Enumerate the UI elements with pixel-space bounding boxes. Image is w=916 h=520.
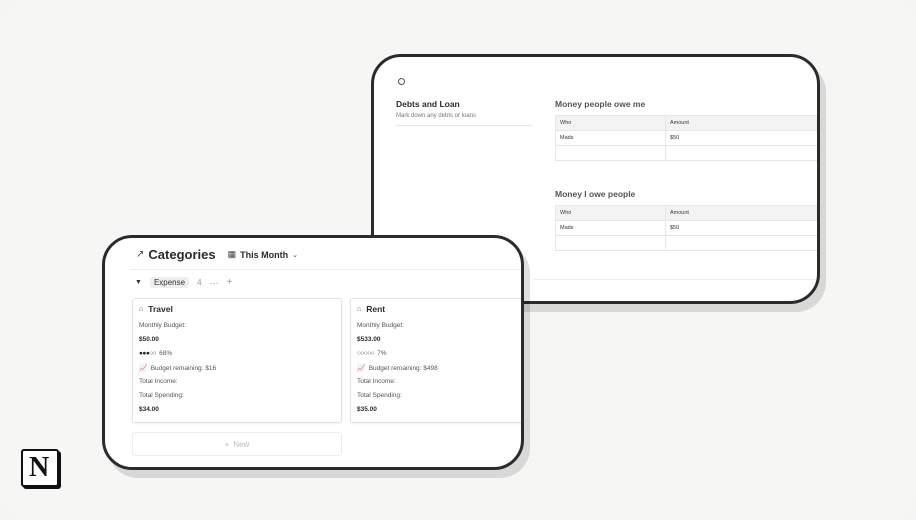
divider — [534, 279, 817, 280]
spending-label: Total Spending: — [357, 392, 402, 399]
wallet-icon: ⌂ — [139, 305, 144, 313]
page-icon — [398, 78, 405, 85]
table-header-row: Who Amount — [555, 205, 817, 220]
category-card-rent[interactable]: ⌂ Rent Monthly Budget: $533.00 ○○○○○ 7% … — [350, 298, 521, 423]
budget-remaining: 📈 Budget remaining: $498 — [357, 364, 438, 373]
budget-value: $533.00 — [357, 336, 381, 343]
card-title: Rent — [366, 304, 386, 314]
remaining-text: Budget remaining: $16 — [150, 364, 217, 372]
cell-amount[interactable] — [665, 146, 817, 160]
group-header: ▼ Expense 4 ··· + — [135, 277, 232, 288]
new-label: New — [233, 439, 250, 449]
category-card-travel[interactable]: ⌂ Travel Monthly Budget: $50.00 ●●●○○ 68… — [132, 298, 342, 423]
table-header-row: Who Amount — [555, 115, 817, 130]
new-card-button[interactable]: + New — [132, 432, 342, 456]
categories-header: ↗ Categories ▦ This Month ⌄ — [136, 247, 298, 262]
card-title: Travel — [148, 304, 173, 314]
header-who: Who — [555, 206, 665, 220]
income-label: Total Income: — [139, 378, 178, 385]
cell-amount[interactable]: $50 — [665, 131, 817, 145]
divider — [396, 125, 532, 126]
debts-title: Debts and Loan — [396, 99, 460, 109]
collapse-triangle-icon[interactable]: ▼ — [135, 279, 142, 286]
income-label: Total Income: — [357, 378, 396, 385]
arrow-up-right-icon[interactable]: ↗ — [136, 249, 144, 260]
spending-label: Total Spending: — [139, 392, 184, 399]
debts-subtitle: Mark down any debts or loans — [396, 113, 477, 119]
spending-value: $35.00 — [357, 406, 377, 413]
progress-percent: 7% — [377, 350, 387, 357]
logo-letter: N — [29, 452, 50, 483]
cell-who[interactable] — [555, 236, 665, 250]
home-icon: ⌂ — [357, 305, 362, 313]
chevron-down-icon[interactable]: ⌄ — [292, 251, 298, 259]
categories-title[interactable]: Categories — [148, 247, 215, 262]
budget-remaining: 📈 Budget remaining: $16 — [139, 364, 217, 373]
progress-dots: ●●●○○ — [139, 350, 157, 357]
owe-me-title: Money people owe me — [555, 99, 646, 109]
i-owe-table: Who Amount Mads $50 — [555, 205, 817, 251]
card-header: ⌂ Rent — [357, 304, 385, 314]
table-row[interactable]: Mads $50 — [555, 130, 817, 145]
cell-who[interactable]: Mads — [555, 131, 665, 145]
card-header: ⌂ Travel — [139, 304, 173, 314]
header-who: Who — [555, 116, 665, 130]
budget-label: Monthly Budget: — [357, 322, 404, 329]
table-row[interactable]: Mads $50 — [555, 220, 817, 235]
i-owe-title: Money I owe people — [555, 189, 636, 199]
budget-label: Monthly Budget: — [139, 322, 186, 329]
budget-progress: ○○○○○ 7% — [357, 350, 387, 357]
notion-logo: N — [21, 449, 59, 487]
chart-increasing-icon: 📈 — [357, 365, 366, 372]
table-row[interactable] — [555, 145, 817, 161]
table-row[interactable] — [555, 235, 817, 251]
more-options-icon[interactable]: ··· — [210, 278, 219, 288]
owe-me-table: Who Amount Mads $50 — [555, 115, 817, 161]
progress-percent: 68% — [159, 350, 173, 357]
divider — [130, 269, 521, 270]
table-icon: ▦ — [227, 249, 237, 259]
add-icon[interactable]: + — [227, 277, 233, 288]
view-selector[interactable]: This Month — [240, 250, 288, 260]
cell-who[interactable] — [555, 146, 665, 160]
spending-value: $34.00 — [139, 406, 159, 413]
header-amount: Amount — [665, 206, 817, 220]
cell-who[interactable]: Mads — [555, 221, 665, 235]
header-amount: Amount — [665, 116, 817, 130]
progress-dots: ○○○○○ — [357, 350, 375, 357]
cell-amount[interactable] — [665, 236, 817, 250]
group-count: 4 — [197, 278, 202, 287]
categories-window: ↗ Categories ▦ This Month ⌄ ▼ Expense 4 … — [102, 235, 524, 470]
cell-amount[interactable]: $50 — [665, 221, 817, 235]
group-tag[interactable]: Expense — [149, 277, 190, 288]
remaining-text: Budget remaining: $498 — [368, 364, 438, 372]
budget-progress: ●●●○○ 68% — [139, 350, 172, 357]
plus-icon: + — [224, 439, 230, 449]
chart-increasing-icon: 📈 — [139, 365, 148, 372]
budget-value: $50.00 — [139, 336, 159, 343]
